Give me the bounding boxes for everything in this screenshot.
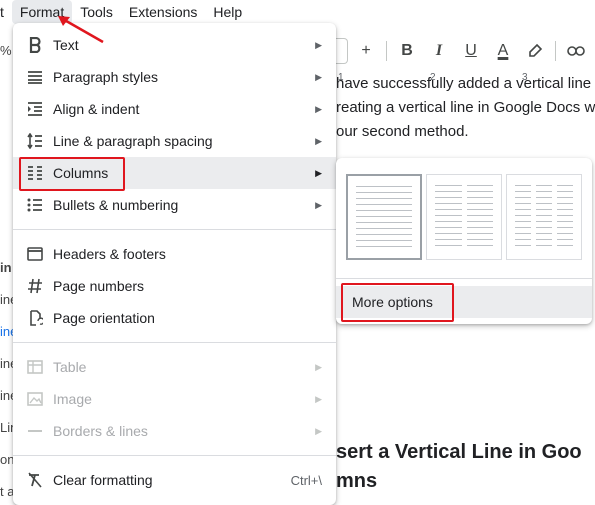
toolbar: + B I U A [330,36,595,66]
format-menu: Text ▶ Paragraph styles ▶ Align & indent… [13,23,336,505]
bold-icon [25,35,45,55]
menu-item-label: Clear formatting [53,472,153,488]
column-preview [356,186,412,248]
menu-item-label: Image [53,391,92,407]
column-preview [466,185,493,249]
heading-line: sert a Vertical Line in Goo [336,441,582,463]
menu-item-label: Line & paragraph spacing [53,133,213,149]
menu-item-clear-formatting[interactable]: Clear formatting Ctrl+\ [13,464,336,496]
menu-item-label: Align & indent [53,101,140,117]
menu-item-label: Paragraph styles [53,69,159,85]
menu-divider [13,342,336,343]
insert-link-button[interactable] [560,37,592,65]
menu-item-page-numbers[interactable]: Page numbers [13,270,336,302]
menu-item-page-orientation[interactable]: Page orientation [13,302,336,334]
submenu-arrow-icon: ▶ [315,167,322,178]
submenu-arrow-icon: ▶ [315,199,322,210]
hash-icon [25,276,45,296]
column-preview [536,185,552,249]
menu-divider [13,229,336,230]
menu-item-image: Image ▶ [13,383,336,415]
submenu-arrow-icon: ▶ [315,71,322,82]
menu-item-label: Headers & footers [53,246,166,262]
submenu-arrow-icon: ▶ [315,103,322,114]
doc-line: have successfully added a vertical line … [336,75,595,92]
menu-divider [13,455,336,456]
border-line-icon [25,421,45,441]
submenu-arrow-icon: ▶ [315,393,322,404]
menu-item-label: Bullets & numbering [53,197,179,213]
document-heading[interactable]: sert a Vertical Line in Goo mns [336,438,582,496]
annotation-box-more-options [341,283,454,322]
annotation-box-columns [19,157,125,191]
link-icon [567,46,585,56]
menu-item-label: Page numbers [53,278,145,294]
indent-icon [25,99,45,119]
submenu-arrow-icon: ▶ [315,425,322,436]
shortcut-label: Ctrl+\ [290,472,322,488]
menu-item-label: Borders & lines [53,423,148,439]
menu-item-bullets[interactable]: Bullets & numbering ▶ [13,189,336,221]
column-preview [557,185,573,249]
three-columns-preset[interactable] [506,174,582,260]
menu-item-label: Page orientation [53,310,155,326]
menu-item-label: Table [53,359,87,375]
menu-item-align-indent[interactable]: Align & indent ▶ [13,93,336,125]
submenu-arrow-icon: ▶ [315,135,322,146]
bold-button[interactable]: B [391,37,423,65]
increase-font-size-button[interactable]: + [350,37,382,65]
column-preview [515,185,531,249]
underline-button[interactable]: U [455,37,487,65]
page-orientation-icon [25,308,45,328]
menu-help[interactable]: Help [205,0,250,24]
list-icon [25,195,45,215]
clear-format-icon [25,470,45,490]
menu-item-line-spacing[interactable]: Line & paragraph spacing ▶ [13,125,336,157]
submenu-arrow-icon: ▶ [315,39,322,50]
highlight-button[interactable] [519,37,551,65]
doc-line: reating a vertical line in Google Docs w… [336,99,595,116]
line-spacing-icon [25,131,45,151]
toolbar-divider [386,41,387,61]
menu-item-headers-footers[interactable]: Headers & footers [13,238,336,270]
menu-edit-fragment[interactable]: t [0,0,12,24]
toolbar-divider [555,41,556,61]
menu-item-borders-lines: Borders & lines ▶ [13,415,336,447]
menu-extensions[interactable]: Extensions [121,0,205,24]
heading-line: mns [336,470,378,492]
column-preview [435,185,462,249]
two-columns-preset[interactable] [426,174,502,260]
annotation-arrow-icon [58,16,104,44]
outline-item[interactable]: in [0,260,12,275]
submenu-arrow-icon: ▶ [315,361,322,372]
header-footer-icon [25,244,45,264]
menu-item-table: Table ▶ [13,351,336,383]
paragraph-icon [25,67,45,87]
table-icon [25,357,45,377]
one-column-preset[interactable] [346,174,422,260]
text-color-button[interactable]: A [487,37,519,65]
zoom-fragment[interactable]: % [0,43,12,58]
highlighter-icon [529,43,543,57]
submenu-divider [336,278,592,279]
document-body[interactable]: have successfully added a vertical line … [336,75,595,144]
italic-button[interactable]: I [423,37,455,65]
menu-item-paragraph-styles[interactable]: Paragraph styles ▶ [13,61,336,93]
image-icon [25,389,45,409]
doc-line: our second method. [336,123,469,140]
